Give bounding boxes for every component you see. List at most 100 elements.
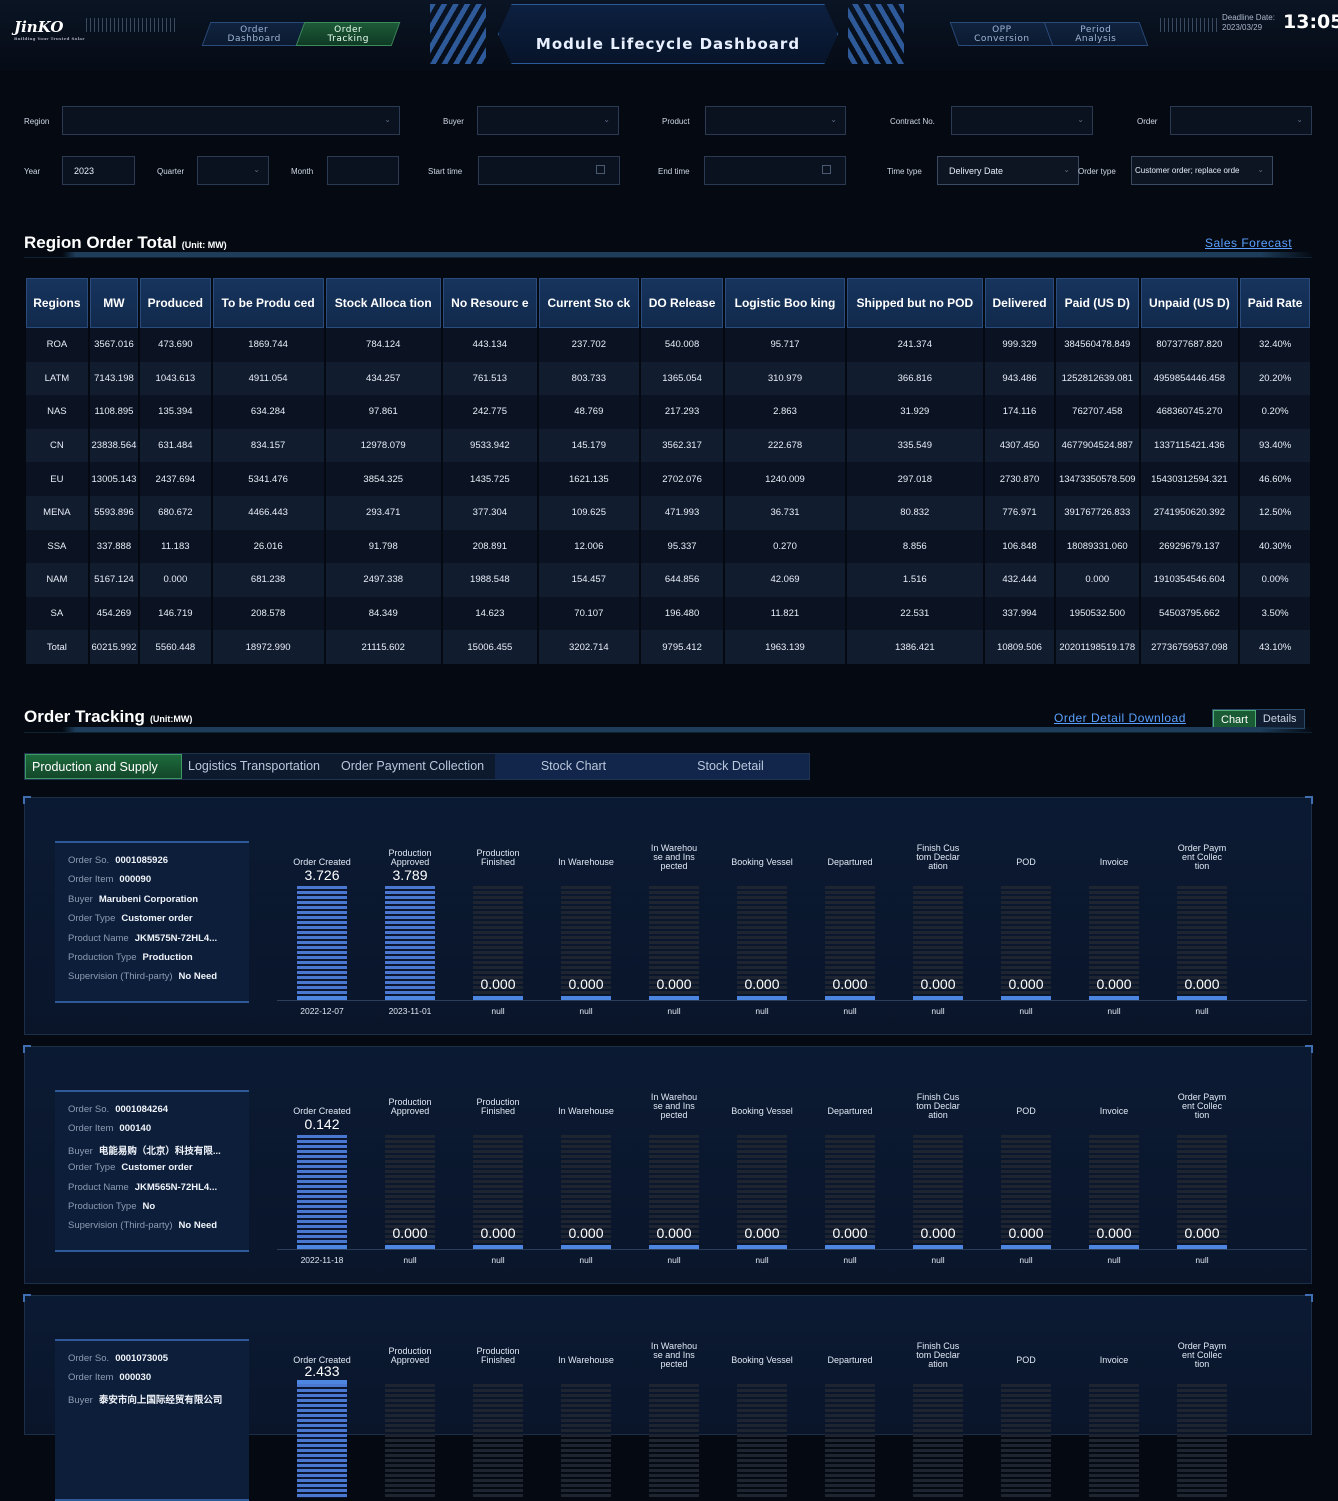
stage-date: null (1107, 1006, 1121, 1016)
order-card: Order So. 0001084264 Order Item 000140 Buyer… (23, 1045, 1313, 1284)
info-row: Order Type Customer order (68, 913, 249, 932)
stage-value: 0.000 (920, 976, 956, 992)
tab-logistics-transportation[interactable]: Logistics Transportation (182, 754, 335, 779)
table-row[interactable]: NAS 1108.895 135.394 634.284 97.861 242.775 48… (26, 395, 1310, 429)
tab-stock-detail[interactable]: Stock Detail (652, 754, 809, 779)
chart-toggle-button[interactable]: Chart (1213, 710, 1256, 728)
column-header: Shipped but no POD (846, 278, 984, 328)
buyer-select[interactable]: ⌄ (477, 106, 619, 135)
region-select[interactable]: ⌄ (62, 106, 400, 135)
stage-value: 0.000 (656, 976, 692, 992)
stage-date: null (1019, 1006, 1033, 1016)
info-key: Order So. (68, 855, 110, 866)
table-cell: 5560.448 (140, 630, 211, 664)
stage-bar (561, 1384, 611, 1498)
tab-production-and-supply[interactable]: Production and Supply (25, 754, 182, 779)
table-row[interactable]: EU 13005.143 2437.694 5341.476 3854.325 1435.… (26, 462, 1310, 496)
table-row[interactable]: NAM 5167.124 0.000 681.238 2497.338 1988.548 1… (26, 563, 1310, 597)
stage-date: null (931, 1006, 945, 1016)
info-value: Marubeni Corporation (98, 893, 199, 905)
table-cell: 384560478.849 (1056, 328, 1139, 362)
product-select[interactable]: ⌄ (705, 106, 846, 135)
clock: 13:05 (1283, 11, 1338, 33)
table-row[interactable]: SA 454.269 146.719 208.578 84.349 14.623 70.10… (26, 596, 1310, 631)
table-row[interactable]: MENA 5593.896 680.672 4466.443 293.471 377.30… (26, 495, 1310, 530)
order-type-select[interactable]: Customer order; replace orde ⌄ (1131, 156, 1273, 185)
table-cell: 473.690 (140, 328, 211, 362)
table-row[interactable]: Total 60215.992 5560.448 18972.990 21115.602… (26, 630, 1310, 664)
time-type-label: Time type (887, 167, 922, 176)
table-cell: 681.238 (212, 563, 324, 597)
stage-label: POD (1016, 1355, 1036, 1365)
stage-value: 3.789 (392, 867, 428, 883)
stage-date: 2023-11-01 (388, 1006, 432, 1016)
table-cell: 80.832 (846, 495, 984, 530)
table-cell: 337.888 (89, 529, 139, 564)
corner-deco (23, 1045, 31, 1053)
contract-select[interactable]: ⌄ (951, 106, 1093, 135)
column-header: To be Produ ced (212, 278, 324, 328)
tab-order-payment-collection[interactable]: Order Payment Collection (335, 754, 495, 779)
nav-opp-conversion[interactable]: OPP Conversion (949, 22, 1055, 46)
info-value: 电能易购（北京）科技有限... (98, 1145, 221, 1157)
section-divider (24, 252, 1312, 258)
table-cell: 48.769 (538, 395, 639, 429)
table-cell: 208.891 (442, 529, 537, 564)
table-row[interactable]: SSA 337.888 11.183 26.016 91.798 208.891 12.00… (26, 529, 1310, 564)
order-detail-download-link[interactable]: Order Detail Download (1054, 711, 1186, 725)
stage-bar (385, 886, 435, 1000)
start-time-label: Start time (428, 167, 463, 176)
stage-label: Booking Vessel (731, 1106, 793, 1116)
column-header: Logistic Boo king (725, 278, 845, 328)
month-label: Month (291, 167, 314, 176)
stage-label: Booking Vessel (731, 857, 793, 867)
month-input[interactable] (327, 156, 399, 185)
table-row[interactable]: LATM 7143.198 1043.613 4911.054 434.257 761.5… (26, 361, 1310, 396)
order-info-panel: Order So. 0001085926 Order Item 000090 Buyer… (55, 841, 249, 1003)
column-header: Paid Rate (1240, 278, 1310, 328)
nav-order-tracking[interactable]: Order Tracking (295, 22, 401, 46)
table-row[interactable]: ROA 3567.016 473.690 1869.744 784.124 443.134… (26, 328, 1310, 362)
table-row[interactable]: CN 23838.564 631.484 834.157 12978.079 9533.9… (26, 428, 1310, 463)
table-cell: 31.929 (846, 395, 984, 429)
table-cell: CN (26, 428, 88, 463)
nav-order-dashboard[interactable]: Order Dashboard (201, 22, 307, 46)
column-header: Stock Alloca tion (325, 278, 441, 328)
stage-label: Departured (827, 1355, 873, 1365)
nav-period-analysis[interactable]: Period Analysis (1043, 22, 1149, 46)
table-cell: 1869.744 (212, 328, 324, 362)
stage-value: 0.000 (568, 976, 604, 992)
dashboard-title-box: Module Lifecycle Dashboard (498, 4, 838, 64)
info-row: Order So. 0001084264 (68, 1104, 249, 1123)
table-cell: 5167.124 (89, 563, 139, 597)
table-cell: 4466.443 (212, 495, 324, 530)
info-row: Order So. 0001073005 (68, 1353, 249, 1372)
stage-date: 2022-12-07 (300, 1006, 344, 1016)
corner-deco (23, 1294, 31, 1302)
table-cell: 1621.135 (538, 462, 639, 496)
table-cell: 222.678 (725, 428, 845, 463)
stage-value: 0.000 (744, 976, 780, 992)
table-cell: 174.116 (985, 395, 1054, 429)
end-time-picker[interactable] (704, 156, 846, 185)
info-row: Production Type No (68, 1201, 249, 1220)
table-cell: 2437.694 (140, 462, 211, 496)
tab-stock-chart[interactable]: Stock Chart (495, 754, 652, 779)
start-time-picker[interactable] (478, 156, 620, 185)
order-select[interactable]: ⌄ (1170, 106, 1312, 135)
column-header: Current Sto ck (538, 278, 639, 328)
table-cell: 0.20% (1240, 395, 1310, 429)
quarter-select[interactable]: ⌄ (197, 156, 269, 185)
table-cell: 12978.079 (325, 428, 441, 463)
table-cell: 23838.564 (89, 428, 139, 463)
table-cell: 9533.942 (442, 428, 537, 463)
details-toggle-button[interactable]: Details (1255, 710, 1304, 728)
info-value: 000140 (119, 1123, 152, 1135)
info-value: No (142, 1200, 156, 1212)
time-type-select[interactable]: Delivery Date ⌄ (937, 156, 1079, 185)
info-key: Order So. (68, 1353, 110, 1364)
year-input[interactable]: 2023 (62, 156, 135, 185)
sales-forecast-link[interactable]: Sales Forecast (1205, 236, 1292, 250)
stage-date: null (1195, 1006, 1209, 1016)
chart-axis (277, 1249, 1307, 1250)
